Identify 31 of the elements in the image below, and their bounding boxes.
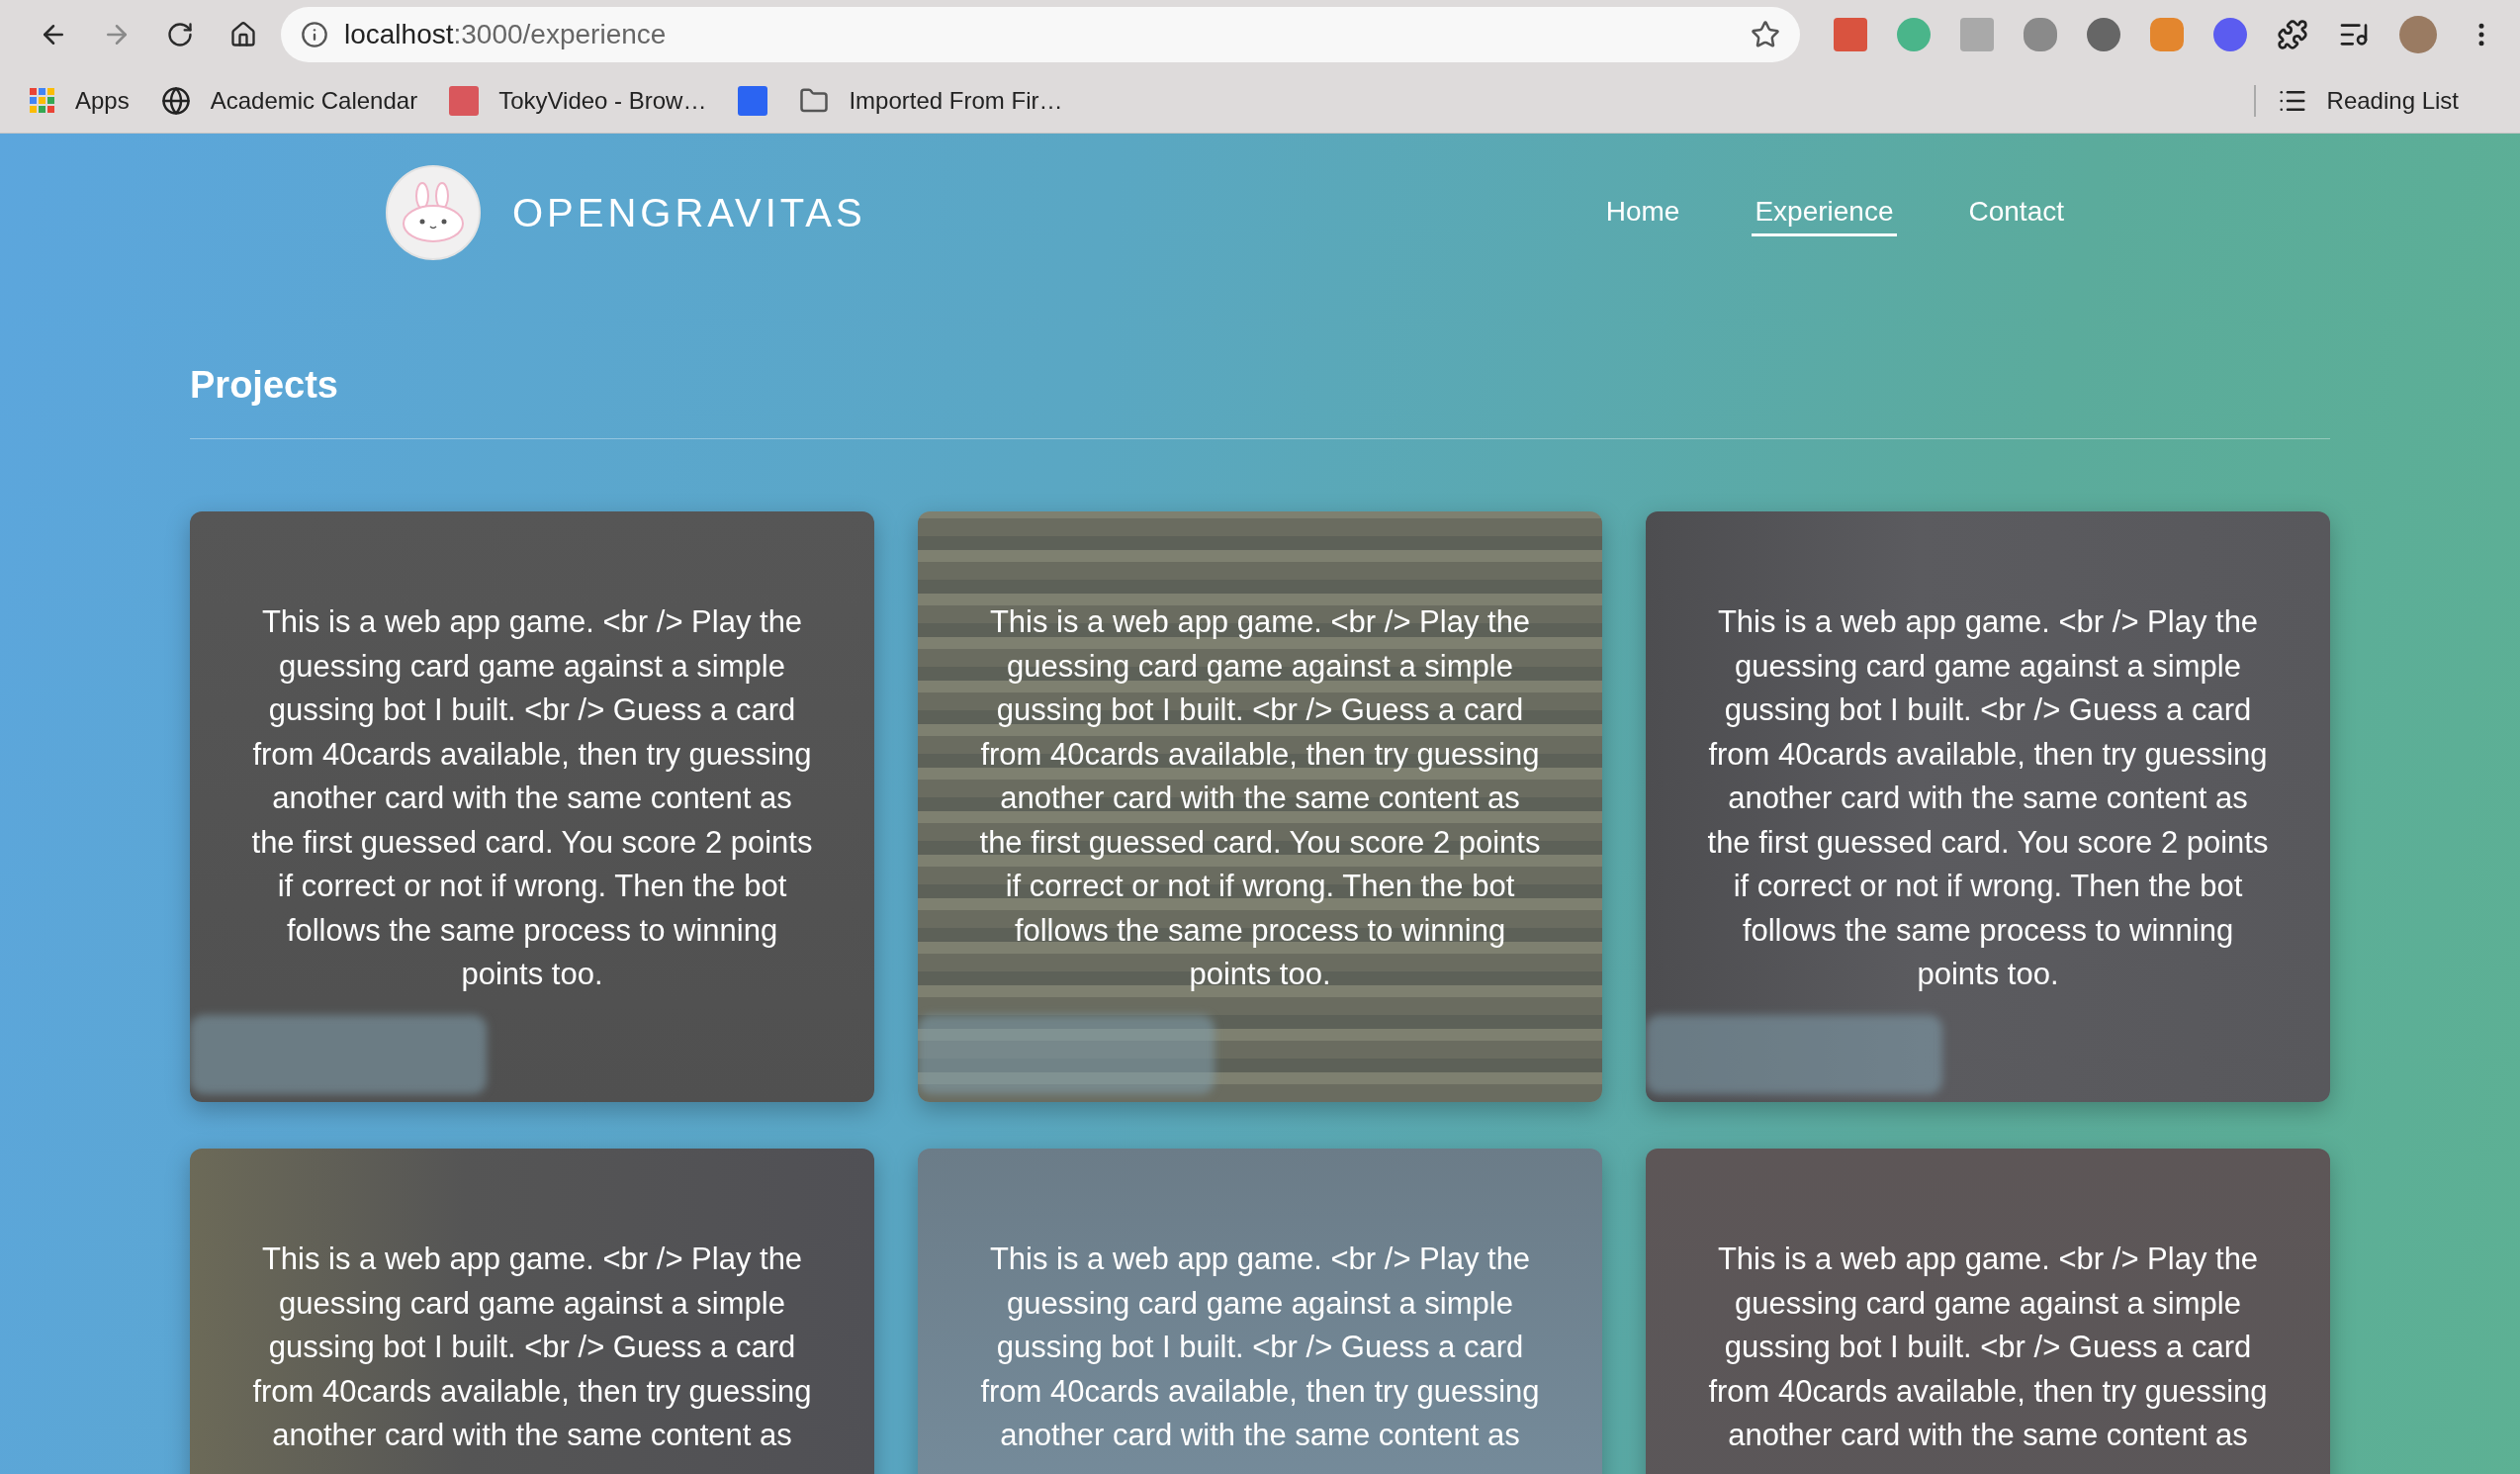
bookmark-link[interactable]: Academic Calendar [210, 87, 418, 115]
project-description: This is a web app game. <br /> Play the guessing card game against a simple gussing bot I built. <br /> Guess a card from 40cards available, then try guessing another card with the same content as the first guessed card. You score 2 points if correct or not if wrong. Then the bot follows the same process to winning points too. [251, 603, 813, 993]
bookmark-link[interactable]: Imported From Fir… [849, 87, 1063, 115]
bookmark-link[interactable]: TokyVideo - Brow… [498, 87, 707, 115]
project-card[interactable] [918, 511, 1602, 1102]
profile-avatar[interactable] [2399, 16, 2437, 53]
info-icon [301, 21, 328, 48]
reading-list-link[interactable]: Reading List [2326, 87, 2459, 115]
globe-icon [160, 86, 191, 116]
extensions-puzzle-icon[interactable] [2277, 19, 2308, 50]
home-icon [229, 21, 257, 48]
project-description: This is a web app game. <br /> Play the guessing card game against a simple gussing bot I built. <br /> Guess a card from 40cards available, then try guessing another card with the same content as [1707, 1241, 2269, 1454]
project-description: This is a web app game. <br /> Play the guessing card game against a simple gussing bot I built. <br /> Guess a card from 40cards available, then try guessing another card with the same content as the first guessed card. You score 2 points if correct or not if wrong. Then the bot follows the same process to winning points too. [1707, 603, 2269, 993]
address-bar[interactable]: localhost:3000/experience [281, 7, 1800, 62]
site-favicon-icon [449, 86, 480, 116]
project-description: This is a web app game. <br /> Play the guessing card game against a simple gussing bot I built. <br /> Guess a card from 40cards available, then try guessing another card with the same content as [251, 1241, 813, 1454]
bookmark-link[interactable]: Apps [75, 87, 130, 115]
bookmark-star-icon[interactable] [1751, 20, 1780, 49]
project-description: This is a web app game. <br /> Play the guessing card game against a simple gussing bot I built. <br /> Guess a card from 40cards available, then try guessing another card with the same content as the first guessed card. You score 2 points if correct or not if wrong. Then the bot follows the same process to winning points too. [979, 603, 1541, 993]
url-text: localhost:3000/experience [344, 19, 668, 50]
extension-icon[interactable] [2087, 18, 2120, 51]
project-description: This is a web app game. <br /> Play the guessing card game against a simple gussing bot I built. <br /> Guess a card from 40cards available, then try guessing another card with the same content as [979, 1241, 1541, 1454]
project-card[interactable]: This is a web app game. <br /> Play the guessing card game against a simple gussing bot I built. <br /> Guess a card from 40cards available, then try guessing another card with the same content as [918, 1149, 1602, 1474]
project-card[interactable] [190, 511, 874, 1102]
reload-icon [166, 21, 194, 48]
apps-grid-icon [30, 88, 55, 114]
extension-icon[interactable] [2213, 18, 2247, 51]
project-card[interactable] [1646, 511, 2330, 1102]
project-card[interactable]: This is a web app game. <br /> Play the guessing card game against a simple gussing bot I built. <br /> Guess a card from 40cards available, then try guessing another card with the same content as [1646, 1149, 2330, 1474]
project-card[interactable]: This is a web app game. <br /> Play the guessing card game against a simple gussing bot I built. <br /> Guess a card from 40cards available, then try guessing another card with the same content as [190, 1149, 874, 1474]
section-title: Projects [190, 363, 339, 408]
